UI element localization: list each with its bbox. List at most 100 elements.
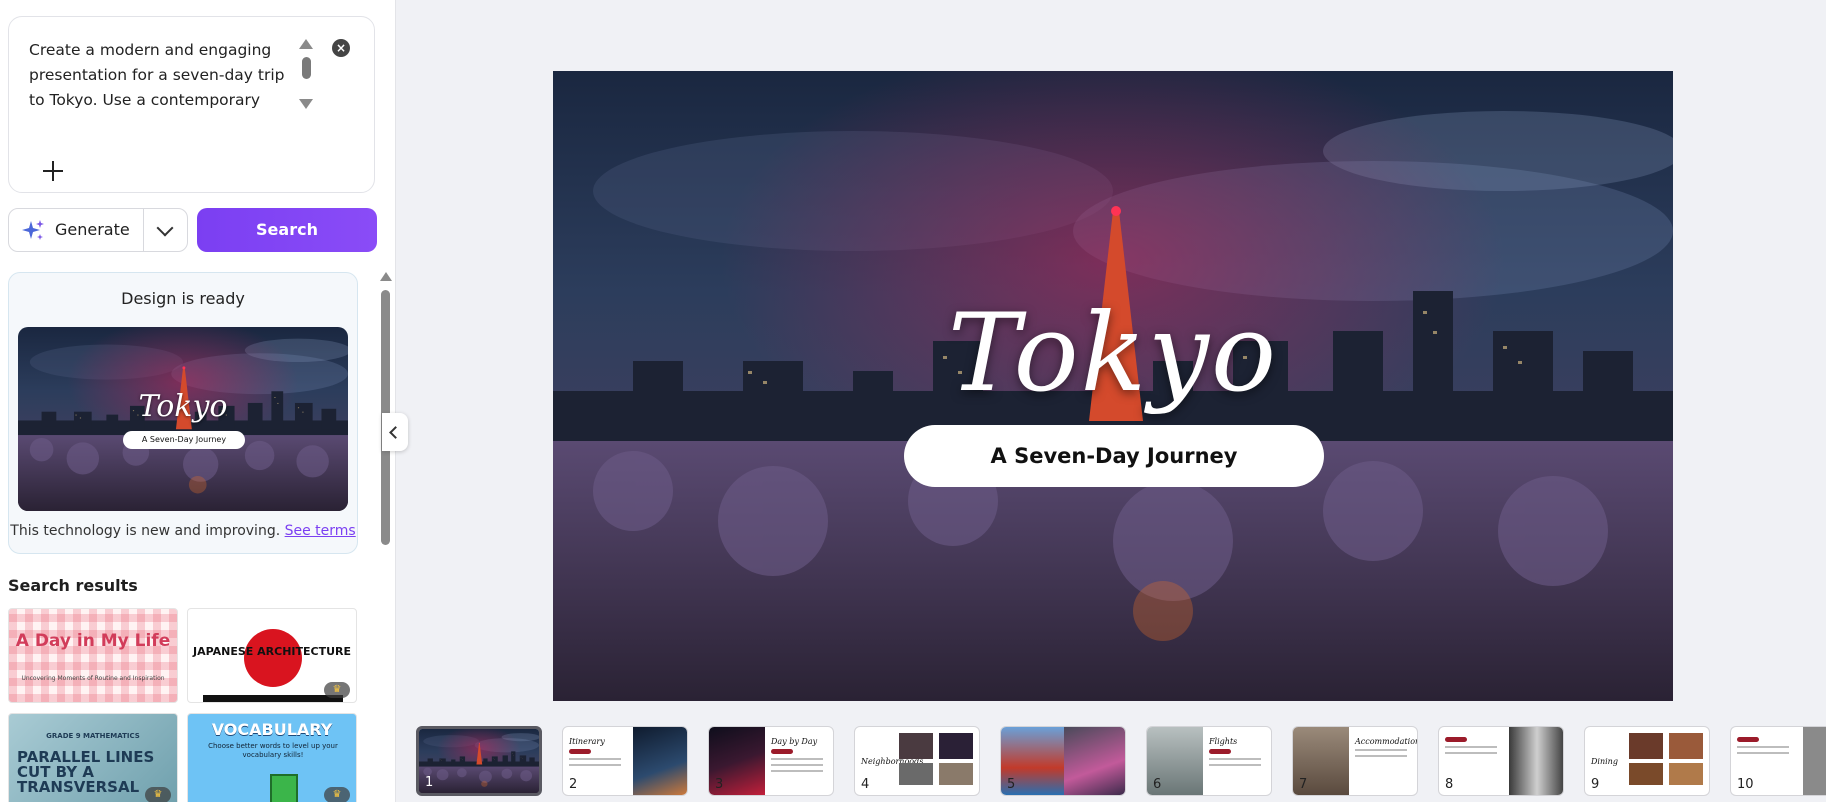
prompt-scroll-down-arrow[interactable] [299,99,313,109]
thumb-line [771,758,823,760]
search-result-vocabulary[interactable]: VOCABULARY Choose better words to level … [187,713,357,802]
prompt-scroll-up-arrow[interactable] [299,39,313,49]
thumb-line [771,764,823,766]
page-thumb-4[interactable]: Neighborhoods 4 [854,726,980,796]
design-ready-title: Design is ready [121,289,245,308]
page-number: 8 [1445,777,1454,792]
thumb-line [1737,752,1789,754]
design-thumb-title: Tokyo [138,389,228,424]
thumb-photo [939,763,973,785]
page-thumb-6[interactable]: Flights 6 [1146,726,1272,796]
thumb-line [1355,755,1407,757]
design-ready-card: Design is ready Tokyo A Seven-Day Journe… [8,272,358,554]
page-number: 1 [425,775,434,790]
prompt-box[interactable]: Create a modern and engaging presentatio… [8,16,375,193]
page-thumb-10[interactable]: 10 [1730,726,1826,796]
page-thumb-3[interactable]: Day by Day 3 [708,726,834,796]
sparkle-icon [22,220,44,240]
thumb-text-block [1737,737,1789,758]
thumb-heading: Flights [1209,737,1238,746]
see-terms-link[interactable]: See terms [285,523,356,539]
page-filmstrip: 1 Itinerary 2 Day by Day 3 Neighborhoods [400,718,1826,802]
search-results-heading: Search results [8,576,138,595]
search-result-day-in-my-life[interactable]: A Day in My Life Uncovering Moments of R… [8,608,178,703]
thumb-photo [899,733,933,759]
prompt-input[interactable]: Create a modern and engaging presentatio… [29,38,289,115]
thumb-red-tag [1445,737,1467,742]
crown-icon: ♛ [145,787,171,802]
crown-icon: ♛ [324,787,350,802]
page-thumb-9[interactable]: Dining 9 [1584,726,1710,796]
thumb-text-block: Accommodation [1355,737,1418,761]
slide-canvas[interactable]: Tokyo A Seven-Day Journey [553,71,1673,701]
result-tag: GRADE 9 MATHEMATICS [46,732,140,740]
prompt-scrollbar-thumb[interactable] [302,57,311,79]
thumb-red-tag [569,749,591,754]
crown-icon: ♛ [324,682,350,698]
thumb-text-block: Itinerary [569,737,621,770]
page-number: 3 [715,777,724,792]
thumb-line [1209,764,1261,766]
page-thumb-7[interactable]: Accommodation 7 [1292,726,1418,796]
generate-button[interactable]: Generate [9,209,143,251]
generate-label: Generate [55,220,130,239]
page-thumb-5[interactable]: 5 [1000,726,1126,796]
thumb-photo [1669,763,1703,785]
result-title: VOCABULARY [211,720,333,739]
thumb-photo [1629,763,1663,785]
page-number: 5 [1007,777,1016,792]
collapse-panel-button[interactable] [382,413,408,451]
disclaimer-text: This technology is new and improving. [10,523,281,539]
design-thumbnail[interactable]: Tokyo A Seven-Day Journey [18,327,348,511]
thumb-red-tag [771,749,793,754]
page-number: 6 [1153,777,1162,792]
thumb-line [1445,746,1497,748]
thumb-line [1209,758,1261,760]
page-thumb-1[interactable]: 1 [416,726,542,796]
thumb-line [1445,752,1497,754]
plus-icon[interactable] [41,159,65,183]
subtitle-pill[interactable]: A Seven-Day Journey [904,425,1324,487]
thumb-heading: Day by Day [771,737,818,746]
thumb-photo [939,733,973,759]
page-number: 10 [1737,777,1754,792]
pipe-graphic [270,774,298,802]
red-sun-shape [244,629,302,687]
thumb-line [1737,746,1789,748]
disclaimer: This technology is new and improving. Se… [9,523,357,539]
page-number: 7 [1299,777,1308,792]
design-thumb-subtitle: A Seven-Day Journey [123,431,245,449]
thumb-photo [1509,727,1563,795]
thumb-text-block: Flights [1209,737,1261,770]
result-subtitle: Choose better words to level up your voc… [208,742,338,759]
thumb-photo [633,727,687,795]
thumb-text-block [1445,737,1497,758]
search-button[interactable]: Search [197,208,377,252]
page-thumb-2[interactable]: Itinerary 2 [562,726,688,796]
thumb-text-block: Day by Day [771,737,823,776]
result-title: A Day in My Life [15,631,171,651]
result-title: JAPANESE ARCHITECTURE [192,645,352,658]
thumb-heading: Accommodation [1355,737,1418,746]
tokyo-night-image [419,729,539,793]
chevron-left-icon [389,426,402,439]
thumb-photo [1803,727,1826,795]
page-number: 9 [1591,777,1600,792]
page-number: 2 [569,777,578,792]
thumb-photo [1629,733,1663,759]
thumb-line [771,770,823,772]
thumb-line [569,758,621,760]
slide-title[interactable]: Tokyo [553,291,1673,416]
close-circle-icon[interactable]: × [332,39,350,57]
search-result-parallel-lines[interactable]: GRADE 9 MATHEMATICS PARALLEL LINES CUT B… [8,713,178,802]
left-panel: Create a modern and engaging presentatio… [0,0,396,802]
panel-scroll-up-arrow[interactable] [380,272,392,281]
page-thumb-8[interactable]: 8 [1438,726,1564,796]
generate-dropdown-button[interactable] [144,209,187,251]
thumb-photo [1064,727,1125,795]
thumb-line [1355,749,1407,751]
thumb-photo [899,763,933,785]
search-result-japanese-architecture[interactable]: JAPANESE ARCHITECTURE ♛ [187,608,357,703]
generate-button-group: Generate [8,208,188,252]
thumb-photo [1669,733,1703,759]
